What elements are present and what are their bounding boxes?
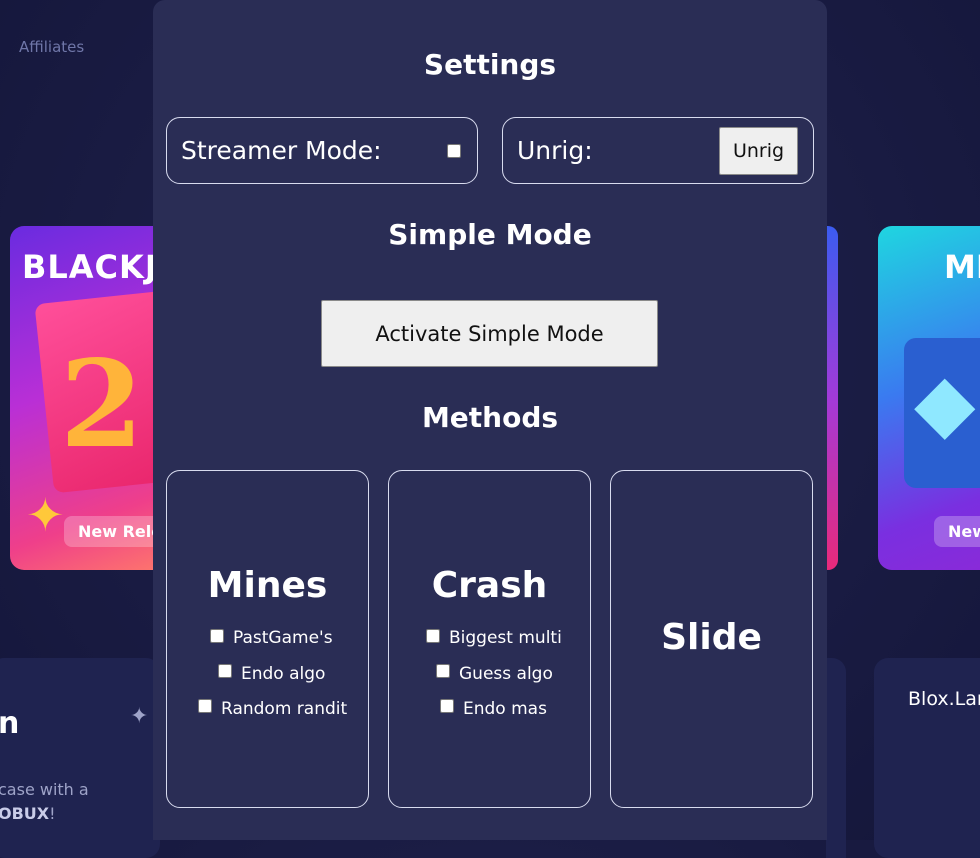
option-checkbox-endo-algo[interactable] [218, 664, 232, 678]
option-checkbox-guess-algo[interactable] [436, 664, 450, 678]
option-label-random-randit: Random randit [221, 699, 348, 719]
option-label-biggest-multi: Biggest multi [449, 628, 562, 648]
option-checkbox-random-randit[interactable] [198, 699, 212, 713]
option-checkbox-endo-mas[interactable] [440, 699, 454, 713]
promo-heading: n [0, 706, 20, 741]
streamer-mode-checkbox[interactable] [447, 144, 461, 158]
game-card-edge [826, 226, 838, 570]
sparkle-icon: ✦ [26, 488, 65, 542]
settings-panel: Settings Streamer Mode: Unrig: Unrig Sim… [153, 0, 827, 840]
settings-title: Settings [423, 48, 557, 81]
blox-land-title: Blox.Lan [908, 688, 980, 710]
method-card-slide[interactable]: Slide [610, 470, 813, 808]
method-title-slide: Slide [661, 617, 762, 658]
option-label-guess-algo: Guess algo [459, 664, 553, 684]
promo-card[interactable]: n ✦ case with a OBUX! [0, 658, 160, 858]
method-title-crash: Crash [431, 565, 548, 606]
nav-link-affiliates[interactable]: Affiliates [19, 38, 84, 56]
new-badge: New [934, 516, 980, 547]
mines-card-title: MI [944, 248, 980, 286]
option-checkbox-pastgames[interactable] [210, 629, 224, 643]
activate-simple-mode-button[interactable]: Activate Simple Mode [321, 300, 658, 367]
simple-mode-title: Simple Mode [388, 218, 592, 251]
unrig-button[interactable]: Unrig [719, 127, 798, 175]
methods-title: Methods [421, 401, 559, 434]
unrig-label: Unrig: [517, 136, 593, 165]
option-label-endo-algo: Endo algo [241, 664, 326, 684]
method-title-mines: Mines [207, 565, 328, 606]
promo-text-line1: case with a [0, 780, 89, 799]
option-label-pastgames: PastGame's [233, 628, 333, 648]
card-edge [826, 658, 846, 858]
promo-robux-text: OBUX [0, 804, 50, 823]
option-checkbox-biggest-multi[interactable] [426, 629, 440, 643]
mines-game-card[interactable]: MI ◆ New [878, 226, 980, 570]
unrig-box: Unrig: Unrig [502, 117, 814, 184]
streamer-mode-label: Streamer Mode: [181, 136, 382, 165]
option-label-endo-mas: Endo mas [463, 699, 547, 719]
promo-text-line2: OBUX! [0, 804, 56, 823]
method-card-crash[interactable]: Crash Biggest multi Guess algo Endo mas [388, 470, 591, 808]
promo-exclaim: ! [49, 804, 56, 823]
method-card-mines[interactable]: Mines PastGame's Endo algo Random randit [166, 470, 369, 808]
diamond-icon: ◆ [914, 356, 976, 449]
blox-land-card[interactable]: Blox.Lan [874, 658, 980, 858]
streamer-mode-box: Streamer Mode: [166, 117, 478, 184]
blackjack-card-title: BLACKJ [22, 248, 158, 286]
star-icon: ✦ [130, 704, 149, 729]
